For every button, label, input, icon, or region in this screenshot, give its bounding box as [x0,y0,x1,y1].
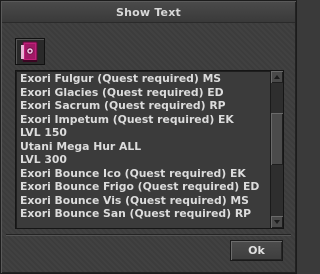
ok-button-label: Ok [248,244,265,257]
show-text-window: Show Text Exori Fulgur (Quest required) … [0,0,297,274]
scroll-up-button[interactable] [271,71,283,83]
text-line: Exori Bounce San (Quest required) RP [20,207,252,220]
text-line: Exori Impetum (Quest required) EK [20,112,234,126]
text-lines: Exori Fulgur (Quest required) MS Exori G… [20,72,270,221]
text-area[interactable]: Exori Fulgur (Quest required) MS Exori G… [15,70,284,229]
text-line: LVL 300 [20,153,67,166]
title-bar[interactable]: Show Text [2,2,295,23]
scroll-down-button[interactable] [271,216,283,228]
vertical-scrollbar[interactable] [270,71,283,228]
text-line: Exori Bounce Vis (Quest required) MS [20,193,249,207]
text-line: Exori Fulgur (Quest required) MS [20,72,222,85]
spellbook-item-slot [15,38,45,65]
text-line: Exori Glacies (Quest required) ED [20,85,224,99]
text-line: Exori Bounce Ico (Quest required) EK [20,166,246,180]
scrollbar-thumb[interactable] [271,113,283,165]
arrow-down-icon [274,220,280,224]
text-line: Utani Mega Hur ALL [20,139,142,153]
text-line: LVL 150 [20,126,67,139]
divider [6,234,291,236]
ok-button[interactable]: Ok [230,240,283,261]
spellbook-icon [21,41,38,62]
window-title: Show Text [116,5,181,19]
arrow-up-icon [274,75,280,79]
text-line: Exori Bounce Frigo (Quest required) ED [20,180,260,193]
text-line: Exori Sacrum (Quest required) RP [20,99,226,112]
